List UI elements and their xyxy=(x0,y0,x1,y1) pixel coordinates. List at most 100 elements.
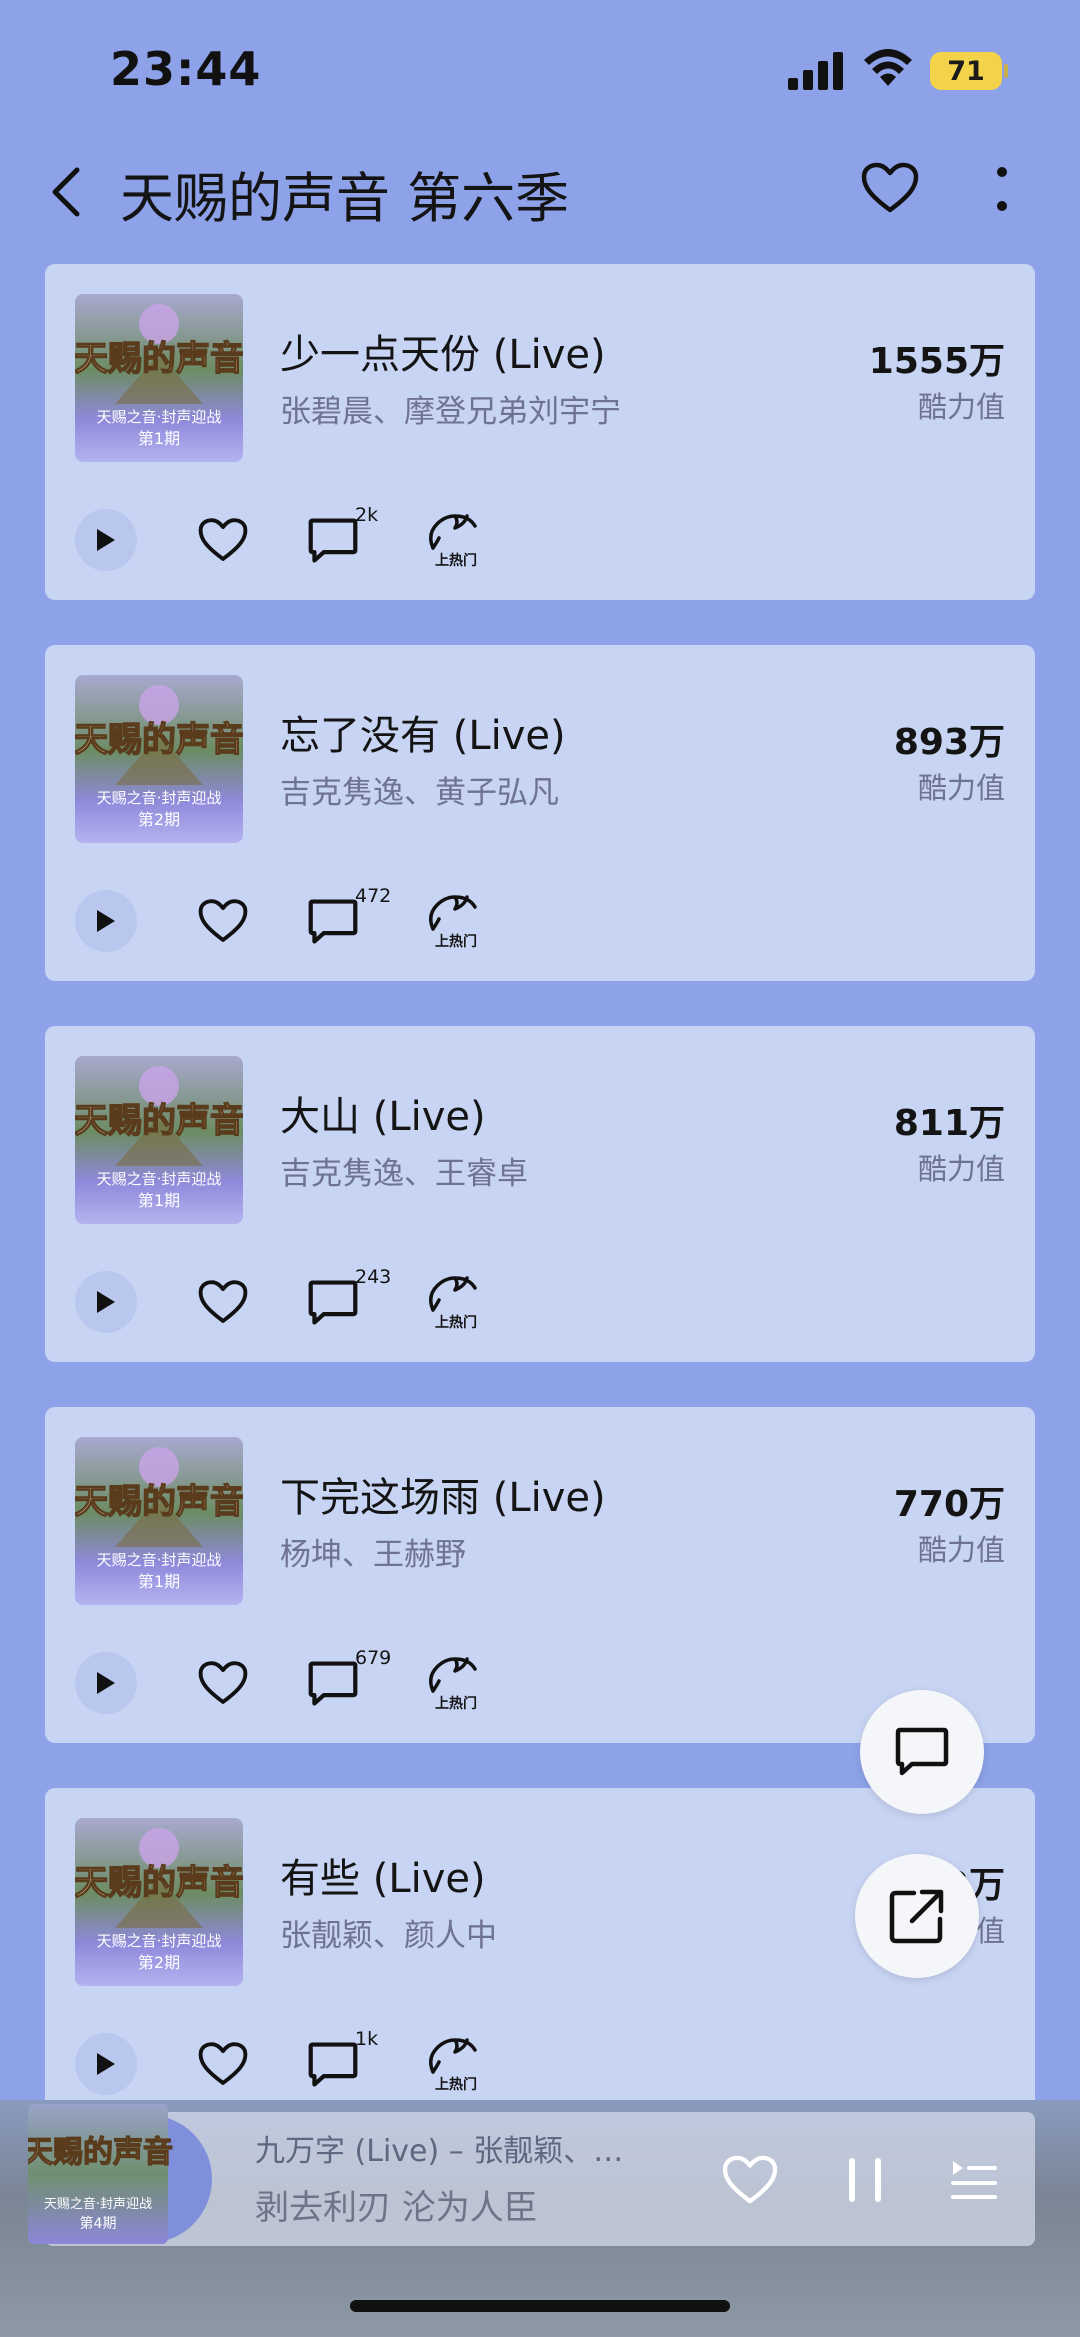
comment-count: 2k xyxy=(355,504,379,526)
song-artists[interactable]: 吉克隽逸、黄子弘凡 xyxy=(280,767,559,812)
now-playing-title[interactable]: 九万字 (Live) – 张靓颖、… xyxy=(255,2126,623,2170)
cover-logo-text: 天赐的声音 xyxy=(75,720,243,760)
like-button[interactable] xyxy=(195,1274,251,1330)
comment-button[interactable]: 679 xyxy=(307,1647,397,1715)
song-title[interactable]: 大山 (Live) xyxy=(280,1084,486,1142)
svg-text:天赐之音·封声迎战: 天赐之音·封声迎战 xyxy=(97,1932,222,1950)
more-button[interactable] xyxy=(978,158,1026,222)
song-artists[interactable]: 杨坤、王赫野 xyxy=(280,1529,466,1574)
flame-icon xyxy=(429,1657,477,1693)
clock: 23:44 xyxy=(110,42,262,96)
promote-label: 上热门 xyxy=(435,2077,477,2093)
album-cover-image: 天赐的声音 天赐之音·封声迎战 第1期 xyxy=(75,294,243,462)
battery-indicator: 71 xyxy=(930,52,1002,90)
album-cover[interactable]: 天赐的声音 天赐之音·封声迎战 第2期 xyxy=(75,675,243,843)
promote-button[interactable]: 上热门 xyxy=(425,512,489,572)
cover-logo-text: 天赐的声音 xyxy=(28,2135,173,2170)
song-artists[interactable]: 张碧晨、摩登兄弟刘宇宁 xyxy=(280,386,621,431)
cover-logo-text: 天赐的声音 xyxy=(75,1863,243,1903)
comment-button[interactable]: 1k xyxy=(307,2028,397,2096)
play-button[interactable] xyxy=(75,1652,137,1714)
play-button[interactable] xyxy=(75,509,137,571)
song-artists[interactable]: 吉克隽逸、王睿卓 xyxy=(280,1148,528,1193)
promote-label: 上热门 xyxy=(435,1696,477,1712)
cool-score: 1555万 xyxy=(868,341,1005,382)
play-button[interactable] xyxy=(75,1271,137,1333)
song-actions: 243 上热门 xyxy=(75,1266,575,1336)
svg-text:天赐之音·封声迎战: 天赐之音·封声迎战 xyxy=(97,789,222,807)
promote-button[interactable]: 上热门 xyxy=(425,1655,489,1715)
svg-text:第2期: 第2期 xyxy=(138,1953,180,1972)
favorite-button[interactable] xyxy=(856,154,924,222)
like-button[interactable] xyxy=(195,1655,251,1711)
song-title[interactable]: 少一点天份 (Live) xyxy=(280,322,606,380)
song-card[interactable]: 天赐的声音 天赐之音·封声迎战 第1期 大山 (Live) 吉克隽逸、王睿卓 8… xyxy=(45,1026,1035,1362)
song-actions: 472 上热门 xyxy=(75,885,575,955)
comment-button[interactable]: 2k xyxy=(307,504,397,572)
flame-icon xyxy=(429,1276,477,1312)
heart-icon xyxy=(198,1280,248,1323)
album-cover[interactable]: 天赐的声音 天赐之音·封声迎战 第1期 xyxy=(75,1437,243,1605)
song-title[interactable]: 忘了没有 (Live) xyxy=(280,703,566,761)
like-button[interactable] xyxy=(195,2036,251,2092)
promote-label: 上热门 xyxy=(435,1315,477,1331)
now-playing-lyric: 剥去利刃 沦为人臣 xyxy=(255,2188,538,2228)
svg-text:第1期: 第1期 xyxy=(138,1191,180,1210)
album-cover-image: 天赐的声音 天赐之音·封声迎战 第1期 xyxy=(75,1056,243,1224)
header: 天赐的声音 第六季 xyxy=(0,140,1080,250)
album-cover-image: 天赐的声音 天赐之音·封声迎战 第2期 xyxy=(75,675,243,843)
album-cover-image: 天赐的声音 天赐之音·封声迎战 第4期 xyxy=(22,2104,212,2244)
comment-fab[interactable] xyxy=(860,1690,984,1814)
player-like-button[interactable] xyxy=(718,2148,782,2212)
cover-logo-text: 天赐的声音 xyxy=(75,1101,243,1141)
comment-button[interactable]: 472 xyxy=(307,885,397,953)
heart-icon xyxy=(198,899,248,942)
song-actions: 2k 上热门 xyxy=(75,504,575,574)
like-button[interactable] xyxy=(195,893,251,949)
svg-text:天赐之音·封声迎战: 天赐之音·封声迎战 xyxy=(97,1170,222,1188)
like-button[interactable] xyxy=(195,512,251,568)
comment-button[interactable]: 243 xyxy=(307,1266,397,1334)
play-icon xyxy=(97,2053,115,2075)
album-cover[interactable]: 天赐的声音 天赐之音·封声迎战 第2期 xyxy=(75,1818,243,1986)
cool-score-label: 酷力值 xyxy=(917,390,1005,424)
flame-icon xyxy=(429,895,477,931)
share-fab[interactable] xyxy=(855,1854,979,1978)
svg-text:天赐之音·封声迎战: 天赐之音·封声迎战 xyxy=(97,1551,222,1569)
song-artists[interactable]: 张靓颖、颜人中 xyxy=(280,1910,497,1955)
cool-score: 770万 xyxy=(893,1484,1005,1525)
song-card[interactable]: 天赐的声音 天赐之音·封声迎战 第2期 忘了没有 (Live) 吉克隽逸、黄子弘… xyxy=(45,645,1035,981)
album-cover[interactable]: 天赐的声音 天赐之音·封声迎战 第1期 xyxy=(75,1056,243,1224)
cool-score-label: 酷力值 xyxy=(917,1152,1005,1186)
svg-text:天赐之音·封声迎战: 天赐之音·封声迎战 xyxy=(97,408,222,426)
album-cover-image: 天赐的声音 天赐之音·封声迎战 第2期 xyxy=(75,1818,243,1986)
home-indicator[interactable] xyxy=(350,2300,730,2312)
play-button[interactable] xyxy=(75,890,137,952)
player-cover[interactable]: 天赐的声音 天赐之音·封声迎战 第4期 xyxy=(22,2104,212,2254)
comment-icon xyxy=(308,2042,358,2087)
promote-label: 上热门 xyxy=(435,934,477,950)
pause-icon xyxy=(849,2158,881,2202)
album-cover[interactable]: 天赐的声音 天赐之音·封声迎战 第1期 xyxy=(75,294,243,462)
song-title[interactable]: 有些 (Live) xyxy=(280,1846,486,1904)
song-actions: 679 上热门 xyxy=(75,1647,575,1717)
song-card[interactable]: 天赐的声音 天赐之音·封声迎战 第1期 少一点天份 (Live) 张碧晨、摩登兄… xyxy=(45,264,1035,600)
comment-icon xyxy=(308,1280,358,1325)
promote-button[interactable]: 上热门 xyxy=(425,2036,489,2096)
share-icon xyxy=(889,1889,944,1944)
pause-button[interactable] xyxy=(835,2150,895,2210)
promote-label: 上热门 xyxy=(435,553,477,569)
comment-icon xyxy=(308,518,358,563)
song-title[interactable]: 下完这场雨 (Live) xyxy=(280,1465,606,1523)
comment-icon xyxy=(308,1661,358,1706)
album-cover-image: 天赐的声音 天赐之音·封声迎战 第1期 xyxy=(75,1437,243,1605)
heart-icon xyxy=(722,2155,778,2204)
playlist-button[interactable] xyxy=(944,2150,1004,2210)
promote-button[interactable]: 上热门 xyxy=(425,893,489,953)
play-button[interactable] xyxy=(75,2033,137,2095)
svg-text:第4期: 第4期 xyxy=(80,2215,117,2232)
song-card[interactable]: 天赐的声音 天赐之音·封声迎战 第1期 下完这场雨 (Live) 杨坤、王赫野 … xyxy=(45,1407,1035,1743)
back-button[interactable] xyxy=(36,162,96,222)
svg-text:天赐之音·封声迎战: 天赐之音·封声迎战 xyxy=(44,2196,152,2212)
promote-button[interactable]: 上热门 xyxy=(425,1274,489,1334)
